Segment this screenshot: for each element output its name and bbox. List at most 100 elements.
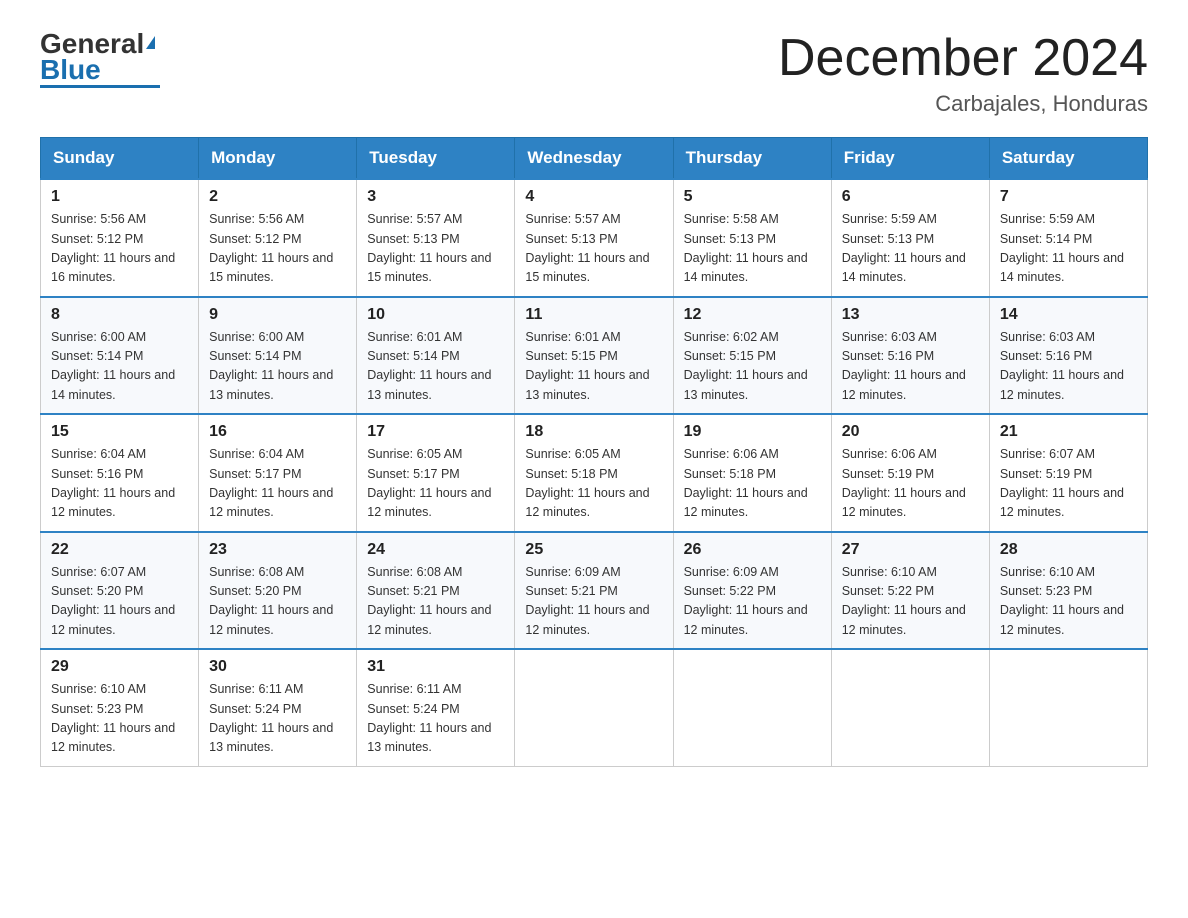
calendar-cell: 31 Sunrise: 6:11 AMSunset: 5:24 PMDayligh… xyxy=(357,649,515,766)
day-info: Sunrise: 5:57 AMSunset: 5:13 PMDaylight:… xyxy=(525,210,662,288)
day-info: Sunrise: 5:57 AMSunset: 5:13 PMDaylight:… xyxy=(367,210,504,288)
calendar-cell xyxy=(831,649,989,766)
calendar-cell xyxy=(989,649,1147,766)
week-row-4: 22 Sunrise: 6:07 AMSunset: 5:20 PMDayligh… xyxy=(41,532,1148,650)
day-info: Sunrise: 6:10 AMSunset: 5:23 PMDaylight:… xyxy=(51,680,188,758)
week-row-3: 15 Sunrise: 6:04 AMSunset: 5:16 PMDayligh… xyxy=(41,414,1148,532)
day-number: 28 xyxy=(1000,541,1137,559)
calendar-cell: 27 Sunrise: 6:10 AMSunset: 5:22 PMDayligh… xyxy=(831,532,989,650)
day-number: 31 xyxy=(367,658,504,676)
calendar-cell: 19 Sunrise: 6:06 AMSunset: 5:18 PMDayligh… xyxy=(673,414,831,532)
calendar-cell: 2 Sunrise: 5:56 AMSunset: 5:12 PMDaylight… xyxy=(199,179,357,297)
day-info: Sunrise: 6:09 AMSunset: 5:22 PMDaylight:… xyxy=(684,563,821,641)
location-subtitle: Carbajales, Honduras xyxy=(778,91,1148,117)
day-info: Sunrise: 6:10 AMSunset: 5:22 PMDaylight:… xyxy=(842,563,979,641)
week-row-1: 1 Sunrise: 5:56 AMSunset: 5:12 PMDaylight… xyxy=(41,179,1148,297)
calendar-cell xyxy=(673,649,831,766)
header-saturday: Saturday xyxy=(989,138,1147,180)
day-number: 23 xyxy=(209,541,346,559)
month-title: December 2024 xyxy=(778,30,1148,87)
day-info: Sunrise: 6:05 AMSunset: 5:17 PMDaylight:… xyxy=(367,445,504,523)
day-info: Sunrise: 6:11 AMSunset: 5:24 PMDaylight:… xyxy=(209,680,346,758)
day-info: Sunrise: 6:04 AMSunset: 5:17 PMDaylight:… xyxy=(209,445,346,523)
day-number: 1 xyxy=(51,188,188,206)
calendar-cell: 26 Sunrise: 6:09 AMSunset: 5:22 PMDayligh… xyxy=(673,532,831,650)
calendar-cell: 12Sunrise: 6:02 AMSunset: 5:15 PMDayligh… xyxy=(673,297,831,415)
day-info: Sunrise: 5:59 AMSunset: 5:13 PMDaylight:… xyxy=(842,210,979,288)
day-number: 8 xyxy=(51,306,188,324)
day-info: Sunrise: 6:03 AMSunset: 5:16 PMDaylight:… xyxy=(842,328,979,406)
day-number: 30 xyxy=(209,658,346,676)
day-number: 2 xyxy=(209,188,346,206)
day-info: Sunrise: 6:03 AMSunset: 5:16 PMDaylight:… xyxy=(1000,328,1137,406)
day-info: Sunrise: 5:59 AMSunset: 5:14 PMDaylight:… xyxy=(1000,210,1137,288)
logo: General Blue xyxy=(40,30,160,88)
calendar-cell: 23Sunrise: 6:08 AMSunset: 5:20 PMDayligh… xyxy=(199,532,357,650)
calendar-cell: 10Sunrise: 6:01 AMSunset: 5:14 PMDayligh… xyxy=(357,297,515,415)
calendar-cell xyxy=(515,649,673,766)
day-number: 14 xyxy=(1000,306,1137,324)
day-info: Sunrise: 6:00 AMSunset: 5:14 PMDaylight:… xyxy=(209,328,346,406)
day-info: Sunrise: 5:58 AMSunset: 5:13 PMDaylight:… xyxy=(684,210,821,288)
calendar-cell: 5 Sunrise: 5:58 AMSunset: 5:13 PMDaylight… xyxy=(673,179,831,297)
calendar-cell: 17Sunrise: 6:05 AMSunset: 5:17 PMDayligh… xyxy=(357,414,515,532)
day-number: 19 xyxy=(684,423,821,441)
day-number: 6 xyxy=(842,188,979,206)
calendar-cell: 11 Sunrise: 6:01 AMSunset: 5:15 PMDayligh… xyxy=(515,297,673,415)
week-row-5: 29 Sunrise: 6:10 AMSunset: 5:23 PMDayligh… xyxy=(41,649,1148,766)
calendar-cell: 30 Sunrise: 6:11 AMSunset: 5:24 PMDayligh… xyxy=(199,649,357,766)
day-number: 22 xyxy=(51,541,188,559)
calendar-cell: 28 Sunrise: 6:10 AMSunset: 5:23 PMDayligh… xyxy=(989,532,1147,650)
calendar-cell: 4 Sunrise: 5:57 AMSunset: 5:13 PMDaylight… xyxy=(515,179,673,297)
header-friday: Friday xyxy=(831,138,989,180)
calendar-cell: 21Sunrise: 6:07 AMSunset: 5:19 PMDayligh… xyxy=(989,414,1147,532)
day-info: Sunrise: 6:07 AMSunset: 5:19 PMDaylight:… xyxy=(1000,445,1137,523)
day-number: 29 xyxy=(51,658,188,676)
calendar-cell: 25 Sunrise: 6:09 AMSunset: 5:21 PMDayligh… xyxy=(515,532,673,650)
day-info: Sunrise: 6:11 AMSunset: 5:24 PMDaylight:… xyxy=(367,680,504,758)
week-row-2: 8 Sunrise: 6:00 AMSunset: 5:14 PMDaylight… xyxy=(41,297,1148,415)
logo-blue-text: Blue xyxy=(40,56,101,84)
calendar-table: SundayMondayTuesdayWednesdayThursdayFrid… xyxy=(40,137,1148,767)
calendar-header-row: SundayMondayTuesdayWednesdayThursdayFrid… xyxy=(41,138,1148,180)
day-info: Sunrise: 6:10 AMSunset: 5:23 PMDaylight:… xyxy=(1000,563,1137,641)
calendar-cell: 29 Sunrise: 6:10 AMSunset: 5:23 PMDayligh… xyxy=(41,649,199,766)
day-number: 15 xyxy=(51,423,188,441)
calendar-cell: 13 Sunrise: 6:03 AMSunset: 5:16 PMDayligh… xyxy=(831,297,989,415)
calendar-cell: 22 Sunrise: 6:07 AMSunset: 5:20 PMDayligh… xyxy=(41,532,199,650)
calendar-cell: 24Sunrise: 6:08 AMSunset: 5:21 PMDayligh… xyxy=(357,532,515,650)
day-info: Sunrise: 6:05 AMSunset: 5:18 PMDaylight:… xyxy=(525,445,662,523)
day-number: 18 xyxy=(525,423,662,441)
day-info: Sunrise: 6:08 AMSunset: 5:21 PMDaylight:… xyxy=(367,563,504,641)
calendar-cell: 9 Sunrise: 6:00 AMSunset: 5:14 PMDaylight… xyxy=(199,297,357,415)
day-info: Sunrise: 5:56 AMSunset: 5:12 PMDaylight:… xyxy=(51,210,188,288)
day-number: 20 xyxy=(842,423,979,441)
calendar-cell: 7 Sunrise: 5:59 AMSunset: 5:14 PMDaylight… xyxy=(989,179,1147,297)
day-info: Sunrise: 6:07 AMSunset: 5:20 PMDaylight:… xyxy=(51,563,188,641)
day-number: 13 xyxy=(842,306,979,324)
day-info: Sunrise: 6:01 AMSunset: 5:14 PMDaylight:… xyxy=(367,328,504,406)
page-header: General Blue December 2024 Carbajales, H… xyxy=(40,30,1148,117)
day-number: 25 xyxy=(525,541,662,559)
day-number: 16 xyxy=(209,423,346,441)
day-number: 27 xyxy=(842,541,979,559)
calendar-cell: 20Sunrise: 6:06 AMSunset: 5:19 PMDayligh… xyxy=(831,414,989,532)
day-number: 7 xyxy=(1000,188,1137,206)
calendar-cell: 14 Sunrise: 6:03 AMSunset: 5:16 PMDayligh… xyxy=(989,297,1147,415)
logo-underline xyxy=(40,85,160,88)
day-number: 5 xyxy=(684,188,821,206)
header-monday: Monday xyxy=(199,138,357,180)
day-info: Sunrise: 6:04 AMSunset: 5:16 PMDaylight:… xyxy=(51,445,188,523)
day-info: Sunrise: 6:06 AMSunset: 5:18 PMDaylight:… xyxy=(684,445,821,523)
header-tuesday: Tuesday xyxy=(357,138,515,180)
day-number: 4 xyxy=(525,188,662,206)
day-number: 11 xyxy=(525,306,662,324)
day-info: Sunrise: 5:56 AMSunset: 5:12 PMDaylight:… xyxy=(209,210,346,288)
day-number: 9 xyxy=(209,306,346,324)
calendar-cell: 6 Sunrise: 5:59 AMSunset: 5:13 PMDaylight… xyxy=(831,179,989,297)
header-thursday: Thursday xyxy=(673,138,831,180)
day-info: Sunrise: 6:09 AMSunset: 5:21 PMDaylight:… xyxy=(525,563,662,641)
day-number: 26 xyxy=(684,541,821,559)
day-info: Sunrise: 6:00 AMSunset: 5:14 PMDaylight:… xyxy=(51,328,188,406)
day-info: Sunrise: 6:01 AMSunset: 5:15 PMDaylight:… xyxy=(525,328,662,406)
